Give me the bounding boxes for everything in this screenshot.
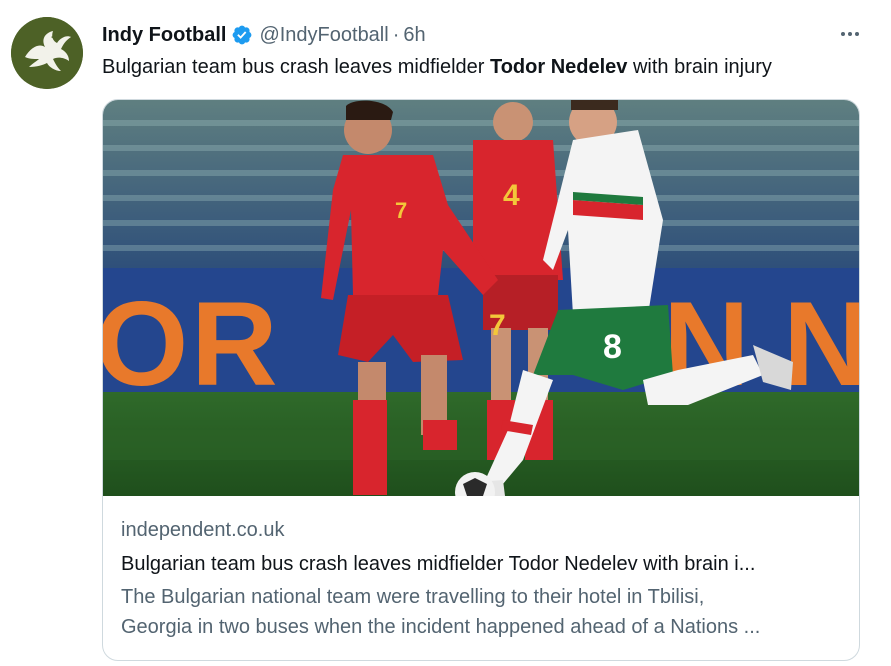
right-player-number: 8 xyxy=(603,328,622,366)
verified-badge-icon xyxy=(231,24,253,46)
card-description-line-1: The Bulgarian national team were travell… xyxy=(121,586,705,608)
card-description-line-2: Georgia in two buses when the incident h… xyxy=(121,616,761,638)
card-image[interactable]: O R N N 4 xyxy=(103,100,859,496)
more-options-icon[interactable] xyxy=(835,22,865,46)
separator-dot: · xyxy=(392,24,400,46)
left-player-short-number: 7 xyxy=(489,309,506,342)
eagle-logo-icon xyxy=(11,17,83,89)
card-title: Bulgarian team bus crash leaves midfield… xyxy=(121,553,756,575)
football-photo-icon: O R N N 4 xyxy=(103,100,859,496)
tweet-text-start: Bulgarian team bus crash leaves midfield… xyxy=(102,56,490,78)
banner-letter-1: O xyxy=(103,277,188,411)
card-domain: independent.co.uk xyxy=(121,519,285,541)
tweet-text-bold-name[interactable]: Todor Nedelev xyxy=(490,56,627,78)
tweet-text: Bulgarian team bus crash leaves midfield… xyxy=(102,53,772,81)
background-player-number: 4 xyxy=(503,179,520,212)
display-name[interactable]: Indy Football xyxy=(102,22,226,48)
card-meta: independent.co.uk Bulgarian team bus cra… xyxy=(121,516,841,642)
avatar[interactable] xyxy=(11,17,83,89)
card-description: The Bulgarian national team were travell… xyxy=(121,582,841,642)
handle[interactable]: @IndyFootball xyxy=(259,22,388,48)
tweet-text-end: with brain injury xyxy=(627,56,772,78)
tweet-header: Indy Football @IndyFootball · 6h xyxy=(102,20,865,50)
tweet[interactable]: Indy Football @IndyFootball · 6h Bulgari… xyxy=(0,0,891,666)
timestamp[interactable]: 6h xyxy=(403,22,425,48)
link-card[interactable]: O R N N 4 xyxy=(102,99,860,661)
banner-letter-2: R xyxy=(191,277,278,411)
banner-letter-4: N xyxy=(783,277,859,411)
left-player-chest-number: 7 xyxy=(395,198,407,223)
